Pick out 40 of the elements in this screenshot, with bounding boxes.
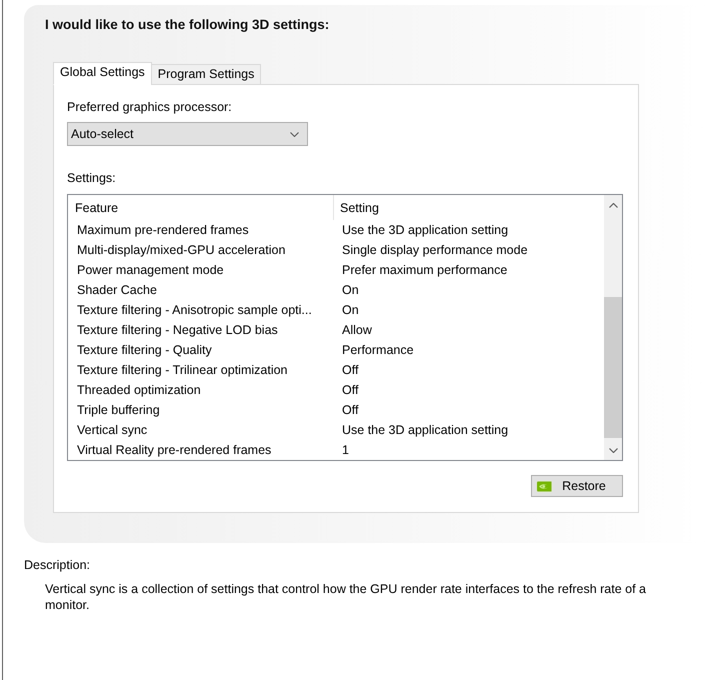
feature-cell[interactable]: Texture filtering - Trilinear optimization (77, 363, 288, 377)
feature-cell[interactable]: Triple buffering (77, 403, 160, 417)
chevron-down-icon[interactable] (608, 448, 618, 452)
tab[interactable]: Program Settings (150, 64, 262, 85)
feature-cell[interactable]: Maximum pre-rendered frames (77, 223, 249, 237)
feature-cell[interactable]: Power management mode (77, 263, 224, 277)
setting-cell[interactable]: Use the 3D application setting (342, 423, 508, 437)
field-label: Settings: (67, 171, 116, 185)
column-header[interactable]: Setting (334, 195, 604, 220)
feature-cell[interactable]: Multi-display/mixed-GPU acceleration (77, 243, 286, 257)
gpu-dropdown[interactable]: Auto-select (67, 122, 308, 146)
feature-cell[interactable]: Threaded optimization (77, 383, 201, 397)
column-header[interactable]: Feature (68, 195, 334, 220)
setting-cell[interactable]: On (342, 303, 359, 317)
section-heading: I would like to use the following 3D settings: (45, 17, 330, 33)
setting-cell[interactable]: Off (342, 383, 358, 397)
feature-cell[interactable]: Vertical sync (77, 423, 148, 437)
feature-cell[interactable]: Texture filtering - Quality (77, 343, 212, 357)
field-label: Preferred graphics processor: (67, 100, 232, 114)
tab[interactable]: Global Settings (53, 62, 152, 85)
setting-cell[interactable]: Single display performance mode (342, 243, 528, 257)
feature-cell[interactable]: Texture filtering - Anisotropic sample opti... (77, 303, 312, 317)
chevron-up-icon[interactable] (608, 202, 618, 208)
chevron-down-icon (290, 132, 299, 136)
feature-cell[interactable]: Shader Cache (77, 283, 157, 297)
setting-cell[interactable]: 1 (342, 443, 349, 457)
restore-button[interactable]: Restore (531, 475, 623, 497)
scrollbar-thumb[interactable] (604, 297, 622, 438)
setting-cell[interactable]: Prefer maximum performance (342, 263, 508, 277)
setting-cell[interactable]: Allow (342, 323, 372, 337)
description-text: Vertical sync is a collection of settings that control how the GPU render rate interfaces to the refresh rate of a monitor. (45, 581, 647, 613)
feature-cell[interactable]: Virtual Reality pre-rendered frames (77, 443, 272, 457)
description-label: Description: (24, 558, 90, 572)
setting-cell[interactable]: Performance (342, 343, 414, 357)
eye-logo-icon (536, 480, 552, 492)
setting-cell[interactable]: Off (342, 403, 358, 417)
setting-cell[interactable]: Off (342, 363, 358, 377)
setting-cell[interactable]: Use the 3D application setting (342, 223, 508, 237)
feature-cell[interactable]: Texture filtering - Negative LOD bias (77, 323, 278, 337)
setting-cell[interactable]: On (342, 283, 359, 297)
